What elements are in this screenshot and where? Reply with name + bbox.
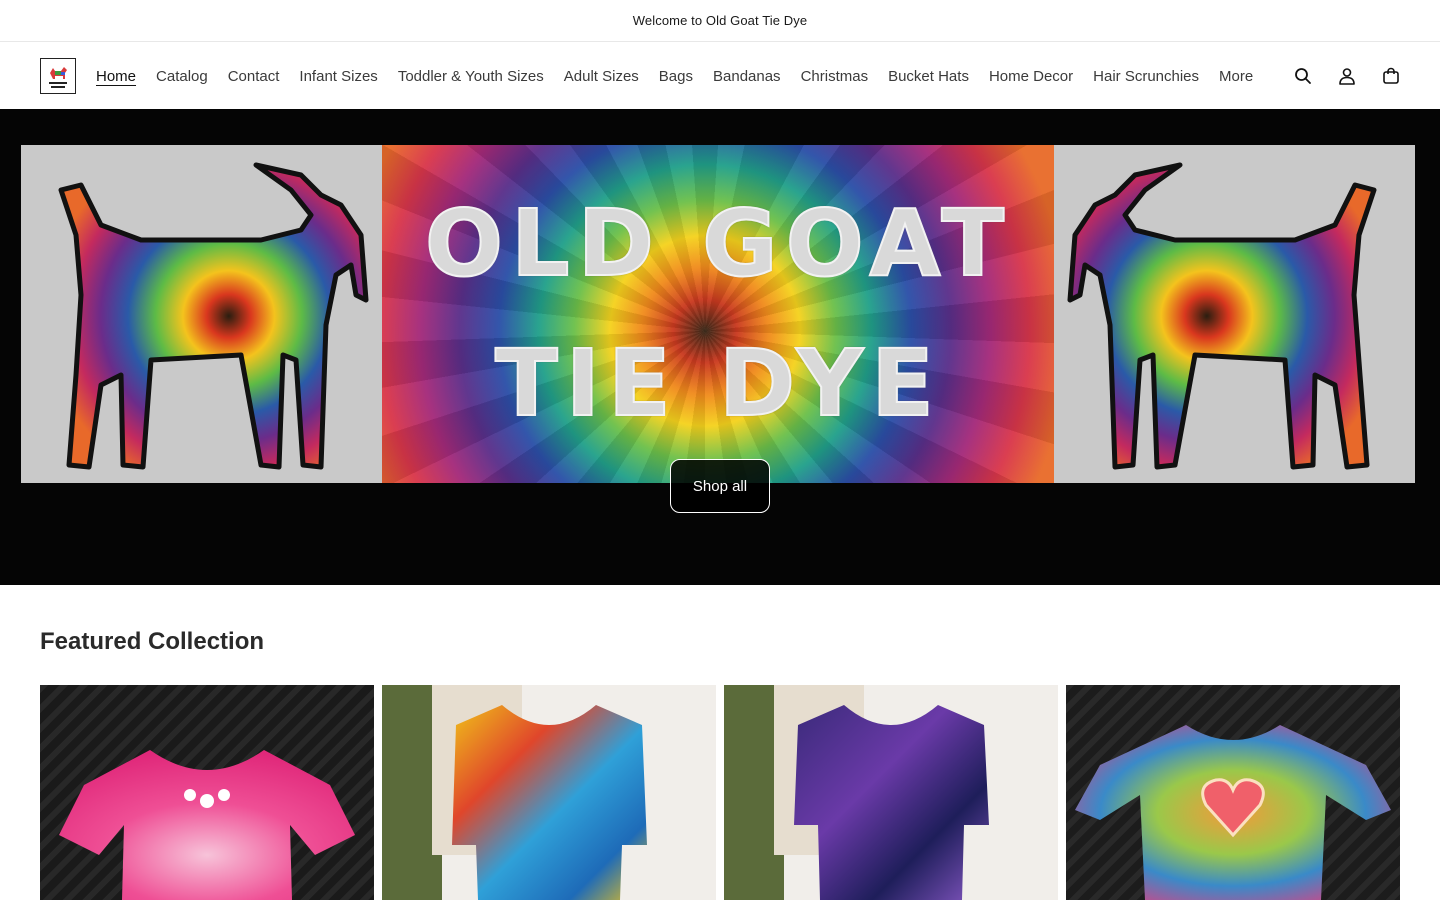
heart-onesie-image-icon bbox=[1075, 725, 1391, 900]
banner-title-line1: OLD GOAT bbox=[424, 189, 1013, 298]
shop-all-button[interactable]: Shop all bbox=[670, 459, 770, 513]
cart-icon[interactable] bbox=[1382, 67, 1400, 85]
search-icon[interactable] bbox=[1294, 67, 1312, 85]
purple-tunic-image-icon bbox=[724, 685, 989, 900]
nav-item-catalog[interactable]: Catalog bbox=[156, 68, 208, 85]
tie-dye-goat-right-icon bbox=[1067, 162, 1377, 470]
announcement-bar: Welcome to Old Goat Tie Dye bbox=[0, 0, 1440, 42]
hero-banner: OLD GOAT TIE DYE Shop all bbox=[0, 109, 1440, 585]
account-icon[interactable] bbox=[1338, 67, 1356, 85]
goat-image-left bbox=[21, 145, 382, 483]
pink-dress-image-icon bbox=[59, 750, 355, 900]
nav-item-adult-sizes[interactable]: Adult Sizes bbox=[564, 68, 639, 85]
nav-item-christmas[interactable]: Christmas bbox=[801, 68, 869, 85]
tie-dye-title-panel: OLD GOAT TIE DYE bbox=[382, 145, 1055, 483]
nav-item-hair-scrunchies[interactable]: Hair Scrunchies bbox=[1093, 68, 1199, 85]
product-card-heart-onesie[interactable] bbox=[1066, 685, 1400, 900]
site-header: Home Catalog Contact Infant Sizes Toddle… bbox=[0, 43, 1440, 109]
nav-item-toddler-youth-sizes[interactable]: Toddler & Youth Sizes bbox=[398, 68, 544, 85]
banner-title-line2: TIE DYE bbox=[494, 329, 942, 438]
featured-product-grid bbox=[40, 685, 1400, 900]
product-card-pink-dress[interactable] bbox=[40, 685, 374, 900]
nav-item-bags[interactable]: Bags bbox=[659, 68, 693, 85]
nav-item-more[interactable]: More bbox=[1219, 68, 1253, 85]
nav-item-infant-sizes[interactable]: Infant Sizes bbox=[299, 68, 377, 85]
hero-image: OLD GOAT TIE DYE bbox=[21, 145, 1415, 483]
nav-item-contact[interactable]: Contact bbox=[228, 68, 280, 85]
main-nav: Home Catalog Contact Infant Sizes Toddle… bbox=[96, 43, 1273, 109]
product-card-purple-tunic[interactable] bbox=[724, 685, 1058, 900]
featured-collection-title: Featured Collection bbox=[40, 628, 265, 655]
nav-item-bucket-hats[interactable]: Bucket Hats bbox=[888, 68, 969, 85]
announcement-text: Welcome to Old Goat Tie Dye bbox=[632, 13, 808, 28]
nav-item-home[interactable]: Home bbox=[96, 68, 136, 85]
rainbow-tunic-image-icon bbox=[382, 685, 647, 900]
store-logo[interactable] bbox=[40, 58, 76, 94]
goat-logo-icon bbox=[41, 59, 75, 93]
goat-image-right bbox=[1054, 145, 1415, 483]
header-icons bbox=[1294, 43, 1400, 109]
nav-item-home-decor[interactable]: Home Decor bbox=[989, 68, 1073, 85]
tie-dye-goat-left-icon bbox=[58, 162, 369, 470]
product-card-rainbow-tunic[interactable] bbox=[382, 685, 716, 900]
nav-item-bandanas[interactable]: Bandanas bbox=[713, 68, 781, 85]
